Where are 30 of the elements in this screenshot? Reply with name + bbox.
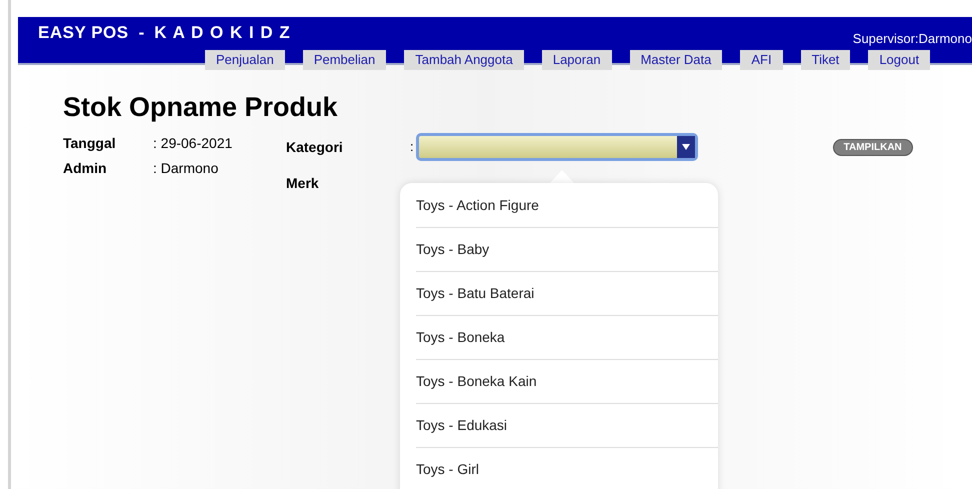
dropdown-option[interactable]: Toys - Boneka bbox=[416, 315, 718, 359]
brand-name: K A D O K I D Z bbox=[154, 22, 291, 44]
dropdown-option[interactable]: Toys - Batu Baterai bbox=[416, 271, 718, 315]
colon-separator: : bbox=[410, 138, 414, 156]
kategori-select[interactable] bbox=[416, 133, 698, 161]
user-label: Supervisor:Darmono bbox=[852, 30, 972, 48]
nav-tab[interactable]: Master Data bbox=[630, 50, 722, 70]
brand-dash: - bbox=[138, 22, 144, 44]
dropdown-option[interactable]: Toys - Edukasi bbox=[416, 403, 718, 447]
dropdown-option[interactable]: Toys - Girl bbox=[416, 447, 718, 489]
nav-tab[interactable]: Tambah Anggota bbox=[404, 50, 524, 70]
info-value: : 29-06-2021 bbox=[153, 134, 232, 153]
merk-label: Merk bbox=[286, 174, 319, 193]
info-label: Admin bbox=[63, 159, 108, 178]
nav-tab[interactable]: Pembelian bbox=[302, 50, 386, 70]
dropdown-arrow-icon bbox=[682, 144, 690, 150]
nav-tab[interactable]: Laporan bbox=[542, 50, 612, 70]
dropdown-option[interactable]: Toys - Baby bbox=[416, 227, 718, 271]
page-title: Stok Opname Produk bbox=[63, 91, 339, 123]
brand-title: EASY POS bbox=[38, 22, 129, 44]
nav-tab[interactable]: Tiket bbox=[800, 50, 850, 70]
info-value: : Darmono bbox=[153, 159, 218, 178]
dropdown-option[interactable]: Toys - Boneka Kain bbox=[416, 359, 718, 403]
nav-tab[interactable]: Penjualan bbox=[205, 50, 285, 70]
info-label: Tanggal bbox=[63, 134, 117, 153]
tampilkan-button[interactable]: TAMPILKAN bbox=[832, 138, 913, 156]
nav-tab[interactable]: Logout bbox=[868, 50, 930, 70]
nav-tab[interactable]: AFI bbox=[740, 50, 783, 70]
kategori-label: Kategori bbox=[286, 138, 344, 157]
dropdown-option[interactable]: Toys - Action Figure bbox=[416, 183, 718, 227]
